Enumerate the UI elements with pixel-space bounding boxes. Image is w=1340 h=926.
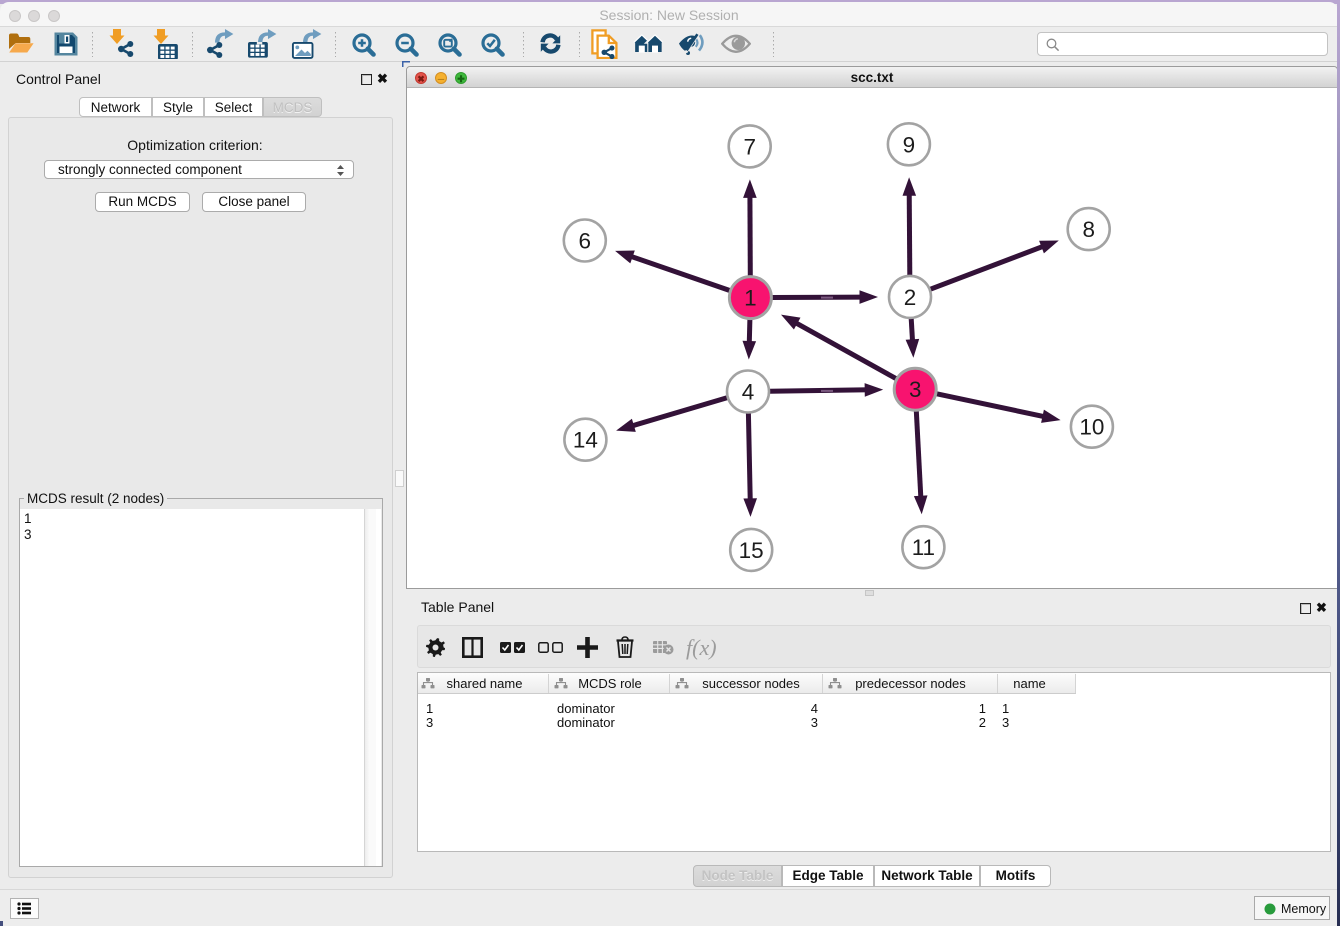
svg-text:8: 8 (1082, 217, 1095, 242)
svg-text:6: 6 (579, 229, 592, 254)
svg-text:4: 4 (742, 380, 755, 405)
svg-text:9: 9 (903, 132, 916, 157)
svg-text:10: 10 (1079, 415, 1104, 440)
svg-text:14: 14 (573, 428, 598, 453)
svg-text:2: 2 (904, 285, 917, 310)
svg-text:7: 7 (743, 134, 756, 159)
svg-text:1: 1 (744, 286, 757, 311)
svg-text:3: 3 (909, 377, 922, 402)
svg-text:11: 11 (912, 535, 935, 560)
svg-text:15: 15 (739, 538, 764, 563)
